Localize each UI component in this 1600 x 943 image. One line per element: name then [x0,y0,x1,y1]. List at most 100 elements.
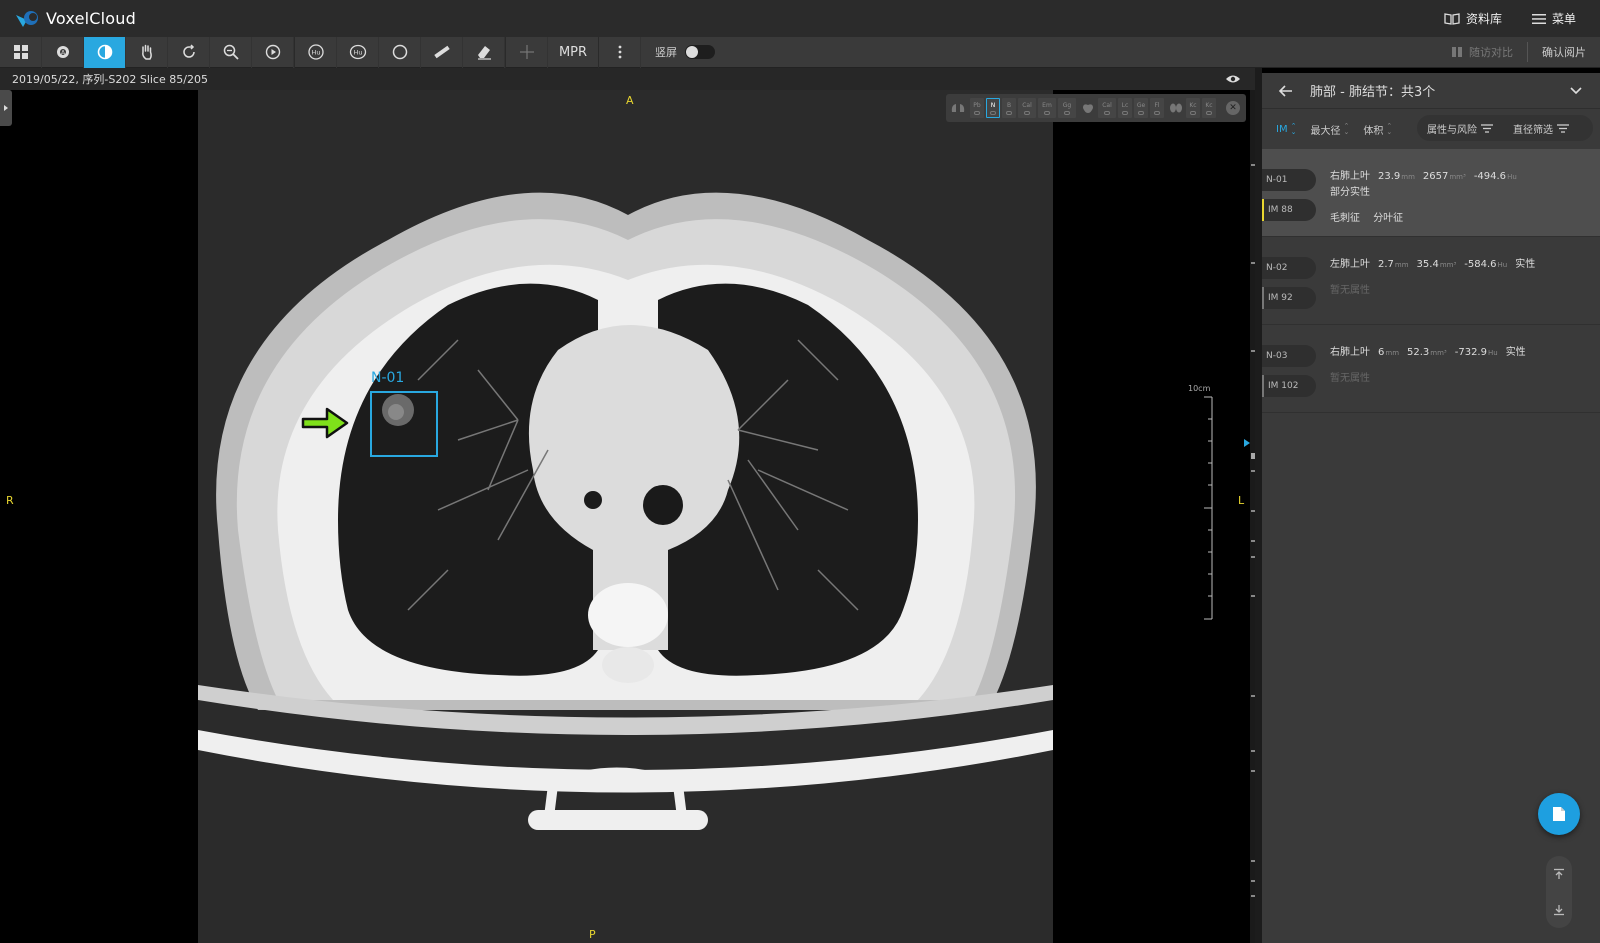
nodule-hu: -732.9Hu [1454,347,1498,358]
heart-icon[interactable] [1081,102,1095,114]
filter-chip[interactable]: Em [1038,98,1056,118]
nodule-diameter: 6mm [1378,347,1400,358]
back-arrow-icon[interactable] [1278,83,1294,99]
filter-chip[interactable]: Lc [1118,98,1132,118]
filter-chip[interactable]: Kc [1202,98,1216,118]
scroll-to-top-icon[interactable] [1553,868,1565,880]
nodule-location: 右肺上叶 [1330,347,1370,358]
nodule-id: N-01 [1262,169,1316,191]
zoom-tool[interactable] [210,36,252,68]
nodule-diameter: 2.7mm [1378,259,1409,270]
eraser-icon [477,46,491,60]
ruler-icon [433,45,450,59]
nodule-type: 部分实性 [1330,187,1370,198]
filter-chip-selected[interactable]: N [986,98,1000,118]
nodule-item-n03[interactable]: N-03 IM 102 右肺上叶 6mm 52.3mm³ -732.9Hu 实性… [1262,325,1600,413]
book-icon [1444,12,1460,25]
pan-tool[interactable] [126,36,168,68]
nodule-roi-box[interactable] [370,391,438,457]
svg-text:Hu: Hu [353,49,362,57]
crosshair-tool[interactable] [506,36,548,68]
image-viewport[interactable]: A P R L N-01 Pb N B Cal Em Gg Cal Lc Ge … [0,90,1255,943]
panel-title: 肺部 - 肺结节：共3个 [1310,85,1436,100]
orientation-left: L [1238,494,1245,507]
nodule-item-n01[interactable]: N-01 IM 88 右肺上叶 23.9mm 2657mm³ -494.6Hu … [1262,149,1600,237]
mpr-button[interactable]: MPR [548,37,598,68]
nodule-hu: -494.6Hu [1473,171,1517,182]
attr-risk-filter[interactable]: 属性与风险 [1427,121,1493,136]
more-vertical-icon [618,45,621,59]
chevron-down-icon[interactable] [1570,86,1582,95]
follow-compare-button[interactable]: 随访对比 [1437,37,1527,68]
sort-max-diameter[interactable]: 最大径 ⌃ ⌄ [1310,122,1349,137]
nodule-attr: 毛刺征 [1330,213,1360,224]
series-info: 2019/05/22, 序列-S202 Slice 85/205 [12,73,208,86]
report-button[interactable] [1538,793,1580,835]
confirm-read-button[interactable]: 确认阅片 [1528,37,1600,68]
chevron-right-icon [4,105,8,111]
diameter-filter[interactable]: 直径筛选 [1513,121,1569,136]
nodule-metrics: 右肺上叶 6mm 52.3mm³ -732.9Hu 实性 [1330,343,1534,358]
layout-tool[interactable] [0,36,42,68]
brand-name: VoxelCloud [46,9,136,28]
scale-label: 10cm [1188,384,1211,393]
sort-volume[interactable]: 体积 ⌃ ⌄ [1363,122,1392,137]
filter-chip[interactable]: Cal [1098,98,1116,118]
filter-group: 属性与风险 直径筛选 [1417,115,1593,141]
filter-chip[interactable]: Ge [1134,98,1148,118]
circle-roi-tool[interactable] [379,36,421,68]
nodule-metrics: 右肺上叶 23.9mm 2657mm³ -494.6Hu [1330,167,1525,182]
nodule-location: 左肺上叶 [1330,259,1370,270]
play-icon [265,44,280,60]
app-root: VoxelCloud 资料库 菜单 A Hu Hu MPR 竖屏 随访对比 确认… [0,0,1600,943]
logo: VoxelCloud [14,9,136,29]
filter-chip[interactable]: Kc [1186,98,1200,118]
rotate-icon [182,44,195,58]
orientation-right: R [6,494,14,507]
hu-probe-tool[interactable]: Hu [295,36,337,68]
nodule-im: IM 88 [1262,199,1316,221]
nodule-hu: -584.6Hu [1464,259,1508,270]
document-icon [1553,807,1565,821]
ruler-tool[interactable] [421,36,463,68]
scroll-to-bottom-icon[interactable] [1553,904,1565,916]
close-filter-icon[interactable]: ✕ [1226,101,1240,115]
scale-ruler [1204,396,1213,620]
filter-chip[interactable]: B [1002,98,1016,118]
series-info-bar: 2019/05/22, 序列-S202 Slice 85/205 [0,68,1255,90]
auto-window-tool[interactable]: A [42,36,84,68]
nodule-id: N-02 [1262,257,1316,279]
hu-point-icon: Hu [307,44,324,60]
more-tool[interactable] [599,36,641,68]
expand-sidebar-tab[interactable] [0,90,12,126]
nodule-type: 实性 [1515,259,1536,270]
menu-button[interactable]: 菜单 [1531,10,1576,27]
filter-chip[interactable]: Fl [1150,98,1164,118]
contrast-icon [97,44,112,60]
kidney-icon[interactable] [1169,102,1183,114]
cine-play-tool[interactable] [252,36,294,68]
sort-im[interactable]: IM ⌃ ⌄ [1276,123,1296,136]
eraser-tool[interactable] [463,36,505,68]
eye-icon[interactable] [1225,74,1241,84]
hu-ellipse-tool[interactable]: Hu [337,36,379,68]
lungs-icon[interactable] [950,102,966,114]
nodule-location: 右肺上叶 [1330,171,1370,182]
nodule-item-n02[interactable]: N-02 IM 92 左肺上叶 2.7mm 35.4mm³ -584.6Hu 实… [1262,237,1600,325]
filter-chip[interactable]: Pb [970,98,984,118]
sort-bar: IM ⌃ ⌄ 最大径 ⌃ ⌄ 体积 ⌃ ⌄ 属性与风险 直径筛选 [1262,109,1600,149]
nodule-diameter: 23.9mm [1378,171,1415,182]
nodule-id: N-03 [1262,345,1316,367]
nodule-volume: 35.4mm³ [1416,259,1457,270]
window-level-tool[interactable] [84,36,126,68]
orientation-anterior: A [626,94,634,107]
rotate-tool[interactable] [168,36,210,68]
library-link[interactable]: 资料库 [1444,10,1502,27]
ct-image[interactable] [198,90,1053,943]
circle-icon [392,44,407,60]
vertical-mode-toggle[interactable] [685,45,715,59]
auto-gear-icon: A [56,46,69,58]
filter-chip[interactable]: Cal [1018,98,1036,118]
nodule-volume: 52.3mm³ [1407,347,1447,358]
filter-chip[interactable]: Gg [1058,98,1076,118]
